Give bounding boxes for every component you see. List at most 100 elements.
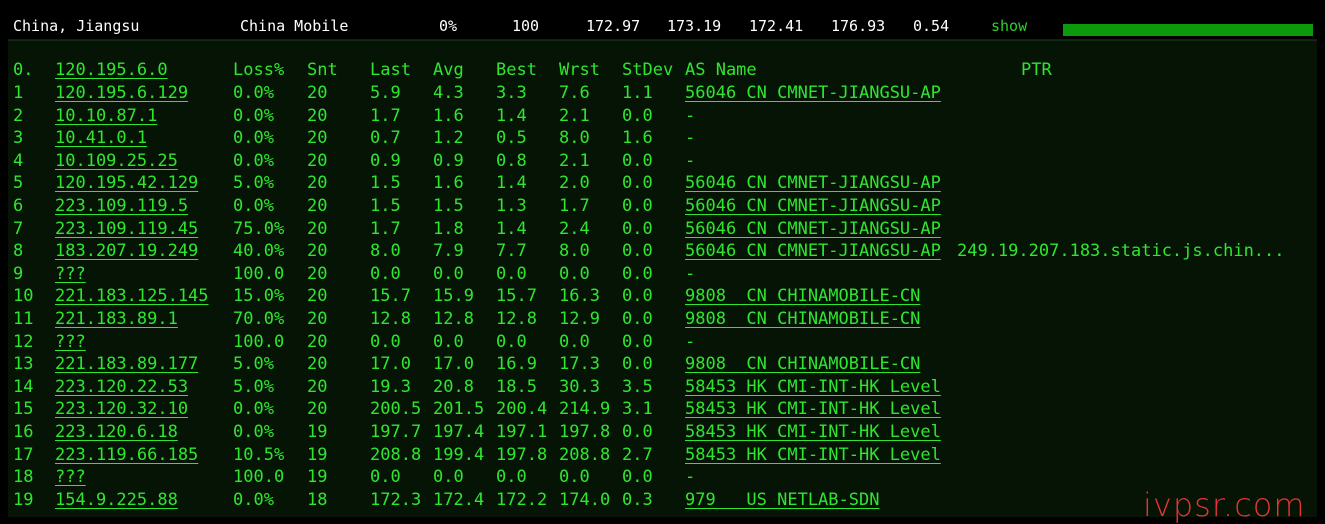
hop-host[interactable]: ??? [55,331,86,353]
hop-host[interactable]: ??? [55,263,86,285]
hop-wrst: 2.4 [559,218,590,239]
hop-loss: 15.0% [233,286,285,307]
table-row: 11 221.183.89.1 70.0% 20 12.8 12.8 12.8 12.9 0.0… [8,308,1317,330]
hop-as-name[interactable]: 9808 CN CHINAMOBILE-CN [685,308,920,330]
table-row: 10 221.183.125.145 15.0% 20 15.7 15.9 15.7 16.3… [8,285,1317,307]
hop-host[interactable]: 223.120.32.10 [55,398,188,420]
hop-host[interactable]: 10.10.87.1 [55,105,157,127]
hop-host[interactable]: 223.109.119.5 [55,195,188,217]
hop-last: 8.0 [370,241,401,262]
hop-as-name[interactable]: 58453 HK CMI-INT-HK Level [685,421,941,443]
hop-snt: 19 [307,422,328,442]
hop-stdev: 0.0 [622,309,653,329]
hop-snt: 18 [307,489,328,510]
hop-as-name[interactable]: 56046 CN CMNET-JIANGSU-AP [685,218,941,240]
table-row: 16 223.120.6.18 0.0% 19 197.7 197.4 197.1 197.8… [8,421,1317,443]
hop-host[interactable]: 221.183.89.177 [55,353,198,375]
hop-hop: 15 [13,399,34,420]
header-last: Last [370,60,411,80]
hop-as-name[interactable]: 979 US NETLAB-SDN [685,489,879,511]
hop-last: 172.3 [370,489,422,510]
hop-stdev: 0.0 [622,218,653,239]
hop-as-name[interactable]: 9808 CN CHINAMOBILE-CN [685,285,920,307]
hop-loss: 0.0% [233,489,274,510]
hop-host[interactable]: 221.183.89.1 [55,308,178,330]
summary-best: 172.41 [749,17,804,35]
hop-hop: 12 [13,331,34,352]
hop-hop: 4 [13,150,24,171]
hop-avg: 7.9 [433,241,464,262]
header-host[interactable]: 120.195.6.0 [55,59,168,81]
hop-last: 0.7 [370,128,401,149]
hop-snt: 20 [307,196,328,216]
hop-hop: 7 [13,218,24,239]
hop-loss: 0.0% [233,399,274,420]
hop-as-name[interactable]: 58453 HK CMI-INT-HK Level [685,444,941,466]
hop-hop: 2 [13,105,24,126]
hop-avg: 0.9 [433,150,464,171]
hop-as-name[interactable]: 9808 CN CHINAMOBILE-CN [685,353,920,375]
summary-last: 172.97 [586,17,641,35]
hop-host[interactable]: 223.119.66.185 [55,444,198,466]
hop-loss: 100.0 [233,331,285,352]
hop-host[interactable]: 183.207.19.249 [55,240,198,262]
hop-last: 12.8 [370,309,411,329]
hop-as-name[interactable]: 58453 HK CMI-INT-HK Level [685,376,941,398]
table-row: 1 120.195.6.129 0.0% 20 5.9 4.3 3.3 7.6 1.1 56046… [8,82,1317,104]
hop-host[interactable]: 221.183.125.145 [55,285,209,307]
hop-loss: 0.0% [233,196,274,216]
show-button[interactable]: show [991,17,1027,35]
hop-as-name[interactable]: 56046 CN CMNET-JIANGSU-AP [685,82,941,104]
hop-wrst: 2.1 [559,105,590,126]
hop-best: 0.0 [496,467,527,488]
hop-wrst: 30.3 [559,376,600,397]
hop-as-name[interactable]: 58453 HK CMI-INT-HK Level [685,398,941,420]
hop-as-name[interactable]: 56046 CN CMNET-JIANGSU-AP [685,172,941,194]
hop-hop: 14 [13,376,34,397]
hop-as-name[interactable]: 56046 CN CMNET-JIANGSU-AP [685,195,941,217]
watermark: ivpsr.com [1143,486,1306,524]
hop-stdev: 3.1 [622,399,653,420]
hop-best: 7.7 [496,241,527,262]
table-row: 3 10.41.0.1 0.0% 20 0.7 1.2 0.5 8.0 1.6 - [8,127,1317,149]
hop-loss: 5.0% [233,173,274,194]
hop-hop: 1 [13,83,24,103]
hop-hop: 19 [13,489,34,510]
hop-host[interactable]: 10.109.25.25 [55,150,178,172]
hop-host[interactable]: ??? [55,466,86,488]
hop-wrst: 0.0 [559,331,590,352]
hop-best: 18.5 [496,376,537,397]
hop-stdev: 0.0 [622,105,653,126]
hop-last: 1.7 [370,105,401,126]
hop-wrst: 17.3 [559,354,600,375]
hop-host[interactable]: 223.120.6.18 [55,421,178,443]
hop-loss: 5.0% [233,376,274,397]
summary-row: China, Jiangsu China Mobile 0% 100 172.9… [8,12,1317,40]
hop-host[interactable]: 10.41.0.1 [55,127,147,149]
hop-last: 19.3 [370,376,411,397]
hop-wrst: 214.9 [559,399,611,420]
hop-wrst: 2.1 [559,150,590,171]
table-row: 8 183.207.19.249 40.0% 20 8.0 7.9 7.7 8.0 0.0 560… [8,240,1317,262]
hop-best: 1.3 [496,196,527,216]
hop-host[interactable]: 120.195.42.129 [55,172,198,194]
hop-best: 0.8 [496,150,527,171]
header-ptr: PTR [1021,60,1052,80]
hop-stdev: 0.0 [622,467,653,488]
hop-best: 0.0 [496,263,527,284]
hop-host[interactable]: 223.120.22.53 [55,376,188,398]
table-row: 2 10.10.87.1 0.0% 20 1.7 1.6 1.4 2.1 0.0 - [8,105,1317,127]
hop-loss: 100.0 [233,263,285,284]
hop-snt: 20 [307,331,328,352]
hop-as-name[interactable]: 56046 CN CMNET-JIANGSU-AP [685,240,941,262]
hop-best: 197.8 [496,444,548,465]
hop-host[interactable]: 120.195.6.129 [55,82,188,104]
hop-wrst: 12.9 [559,309,600,329]
hop-last: 17.0 [370,354,411,375]
hop-loss: 0.0% [233,105,274,126]
hop-host[interactable]: 223.109.119.45 [55,218,198,240]
hop-host[interactable]: 154.9.225.88 [55,489,178,511]
hop-best: 172.2 [496,489,548,510]
header-snt: Snt [307,60,338,80]
summary-worst: 176.93 [831,17,886,35]
